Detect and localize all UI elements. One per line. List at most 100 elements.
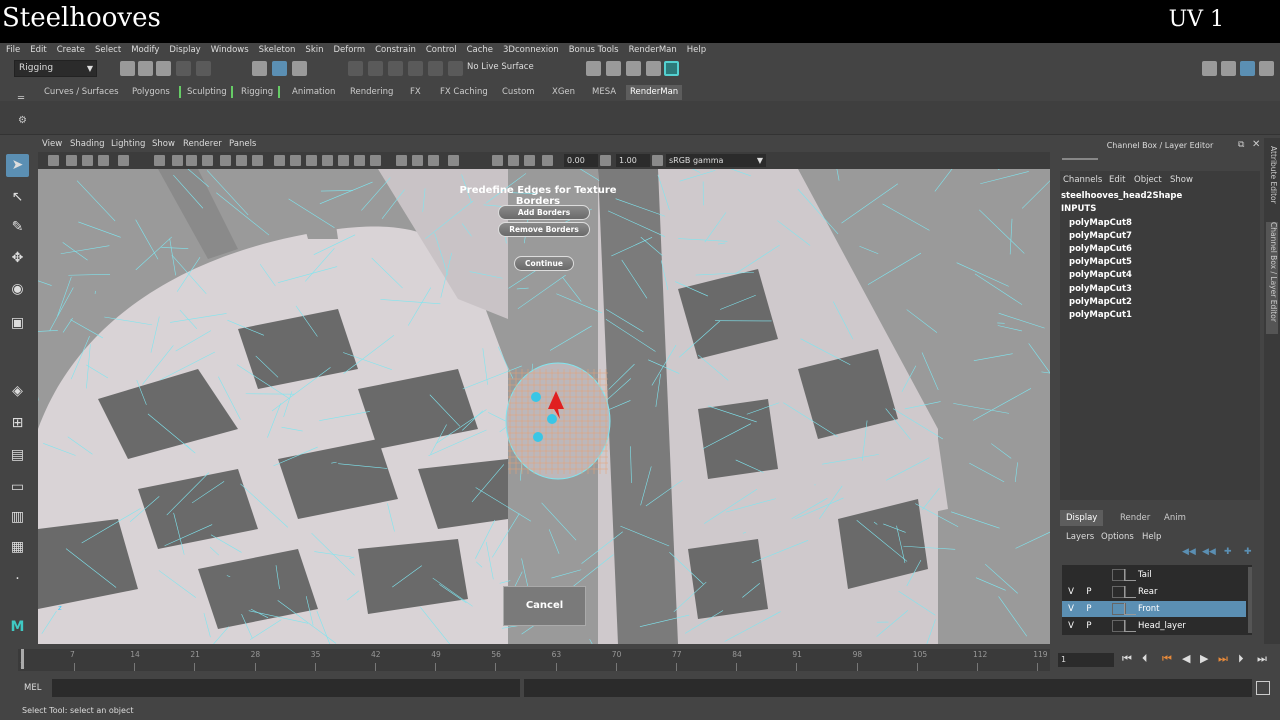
step-back-key-icon[interactable]: ⏮ bbox=[1162, 652, 1172, 666]
select-component-icon[interactable] bbox=[292, 61, 307, 76]
le-menu-options[interactable]: Options bbox=[1101, 532, 1134, 542]
hypershade-icon[interactable] bbox=[664, 61, 679, 76]
step-forward-frame-icon[interactable]: ⏵ bbox=[1238, 652, 1244, 666]
channel-box-toggle-icon[interactable] bbox=[1259, 61, 1274, 76]
float-panel-icon[interactable]: ⧉ bbox=[1238, 140, 1244, 150]
new-layer-icon[interactable]: ✚ bbox=[1224, 547, 1232, 557]
live-surface-icon[interactable] bbox=[448, 61, 463, 76]
exposure-field[interactable]: 0.00 bbox=[564, 154, 598, 167]
rotate-tool[interactable]: ◉ bbox=[6, 278, 29, 301]
tab-render[interactable]: Render bbox=[1114, 510, 1156, 526]
camera-icon[interactable] bbox=[48, 155, 59, 166]
default-material-icon[interactable] bbox=[306, 155, 317, 166]
grease-pencil-icon[interactable] bbox=[118, 155, 129, 166]
resolution-gate-icon[interactable] bbox=[186, 155, 197, 166]
select-tool[interactable]: ➤ bbox=[6, 154, 29, 177]
input-node[interactable]: polyMapCut5 bbox=[1069, 257, 1132, 267]
menu-constrain[interactable]: Constrain bbox=[375, 43, 416, 57]
snap-grid-icon[interactable] bbox=[348, 61, 363, 76]
panel-menu-show[interactable]: Show bbox=[152, 139, 175, 149]
wireframe-on-shaded-icon[interactable] bbox=[322, 155, 333, 166]
panel-menu-lighting[interactable]: Lighting bbox=[111, 139, 145, 149]
layout-side-tool[interactable]: ▤ bbox=[6, 444, 29, 467]
menu-create[interactable]: Create bbox=[57, 43, 85, 57]
menu-help[interactable]: Help bbox=[687, 43, 706, 57]
wireframe-icon[interactable] bbox=[274, 155, 285, 166]
layer-name[interactable]: Head_layer bbox=[1138, 618, 1186, 634]
panel-menu-shading[interactable]: Shading bbox=[70, 139, 105, 149]
shadows-icon[interactable] bbox=[370, 155, 381, 166]
layout-more-tool[interactable]: · bbox=[6, 568, 29, 591]
motion-blur-icon[interactable] bbox=[412, 155, 423, 166]
shelf-settings-icon[interactable]: ⚙ bbox=[18, 115, 27, 126]
input-node[interactable]: polyMapCut4 bbox=[1069, 270, 1132, 280]
open-scene-icon[interactable] bbox=[138, 61, 153, 76]
layer-playback[interactable]: P bbox=[1082, 618, 1096, 634]
menu-deform[interactable]: Deform bbox=[334, 43, 366, 57]
step-back-frame-icon[interactable]: ⏴ bbox=[1142, 652, 1148, 666]
input-node[interactable]: polyMapCut2 bbox=[1069, 297, 1132, 307]
select-hierarchy-icon[interactable] bbox=[252, 61, 267, 76]
panel-menu-panels[interactable]: Panels bbox=[229, 139, 256, 149]
shelf-tab-renderman[interactable]: RenderMan bbox=[626, 85, 683, 100]
shape-node-name[interactable]: steelhooves_head2Shape bbox=[1061, 191, 1182, 201]
exposure-icon[interactable] bbox=[542, 155, 553, 166]
screen-space-ao-icon[interactable] bbox=[396, 155, 407, 166]
layout-graph-tool[interactable]: ▥ bbox=[6, 506, 29, 529]
layer-playback[interactable]: P bbox=[1082, 584, 1096, 600]
cb-menu-channels[interactable]: Channels bbox=[1063, 175, 1102, 185]
layer-visibility[interactable]: V bbox=[1064, 618, 1078, 634]
panel-menu-renderer[interactable]: Renderer bbox=[183, 139, 222, 149]
tab-anim[interactable]: Anim bbox=[1158, 510, 1192, 526]
move-layer-down-icon[interactable]: ◀◀ bbox=[1202, 547, 1216, 557]
gate-mask-icon[interactable] bbox=[202, 155, 213, 166]
menu-skin[interactable]: Skin bbox=[305, 43, 323, 57]
cancel-button[interactable]: Cancel bbox=[503, 586, 586, 626]
cb-menu-object[interactable]: Object bbox=[1134, 175, 1162, 185]
camera-attr-icon[interactable] bbox=[66, 155, 77, 166]
tab-display[interactable]: Display bbox=[1060, 510, 1104, 526]
play-forwards-icon[interactable]: ▶ bbox=[1200, 652, 1208, 665]
smooth-shade-icon[interactable] bbox=[290, 155, 301, 166]
lights-icon[interactable] bbox=[354, 155, 365, 166]
menu-control[interactable]: Control bbox=[426, 43, 457, 57]
layer-name[interactable]: Tail bbox=[1138, 567, 1152, 583]
shelf-tab-rendering[interactable]: Rendering bbox=[346, 85, 397, 100]
layer-playback[interactable]: P bbox=[1082, 601, 1096, 617]
viewport[interactable]: Predefine Edges for Texture Borders Add … bbox=[38, 169, 1050, 644]
move-tool[interactable]: ✥ bbox=[6, 247, 29, 270]
input-node[interactable]: polyMapCut6 bbox=[1069, 244, 1132, 254]
field-chart-icon[interactable] bbox=[220, 155, 231, 166]
panel-grip[interactable] bbox=[1062, 158, 1098, 160]
tool-settings-toggle-icon[interactable] bbox=[1240, 61, 1255, 76]
scale-tool[interactable]: ▣ bbox=[6, 312, 29, 335]
render-settings-icon[interactable] bbox=[586, 61, 601, 76]
snap-point-icon[interactable] bbox=[388, 61, 403, 76]
menu-renderman[interactable]: RenderMan bbox=[629, 43, 677, 57]
menu-display[interactable]: Display bbox=[169, 43, 200, 57]
layer-scrollbar[interactable] bbox=[1248, 567, 1252, 633]
le-menu-layers[interactable]: Layers bbox=[1066, 532, 1094, 542]
grid-icon[interactable] bbox=[154, 155, 165, 166]
snap-curve-icon[interactable] bbox=[368, 61, 383, 76]
menu-edit[interactable]: Edit bbox=[30, 43, 46, 57]
go-to-start-icon[interactable]: ⏮ bbox=[1122, 652, 1132, 666]
gamma-icon[interactable] bbox=[600, 155, 611, 166]
shelf-tab-xgen[interactable]: XGen bbox=[548, 85, 579, 100]
isolate-select-icon[interactable] bbox=[492, 155, 503, 166]
menu-skeleton[interactable]: Skeleton bbox=[259, 43, 296, 57]
modeling-toolkit-icon[interactable] bbox=[1202, 61, 1217, 76]
snap-view-icon[interactable] bbox=[408, 61, 423, 76]
layer-row[interactable]: Tail bbox=[1062, 567, 1246, 583]
undo-icon[interactable] bbox=[176, 61, 191, 76]
view-transform-select[interactable]: sRGB gamma ▼ bbox=[666, 154, 766, 167]
input-node[interactable]: polyMapCut1 bbox=[1069, 310, 1132, 320]
depth-of-field-icon[interactable] bbox=[448, 155, 459, 166]
layout-four-tool[interactable]: ⊞ bbox=[6, 412, 29, 435]
menu-set-select[interactable]: Rigging ▼ bbox=[14, 60, 97, 77]
shelf-menu-icon[interactable]: ═ bbox=[18, 93, 24, 104]
redo-icon[interactable] bbox=[196, 61, 211, 76]
safe-action-icon[interactable] bbox=[236, 155, 247, 166]
new-layer-selected-icon[interactable]: ✚ bbox=[1244, 547, 1252, 557]
menu-file[interactable]: File bbox=[6, 43, 20, 57]
